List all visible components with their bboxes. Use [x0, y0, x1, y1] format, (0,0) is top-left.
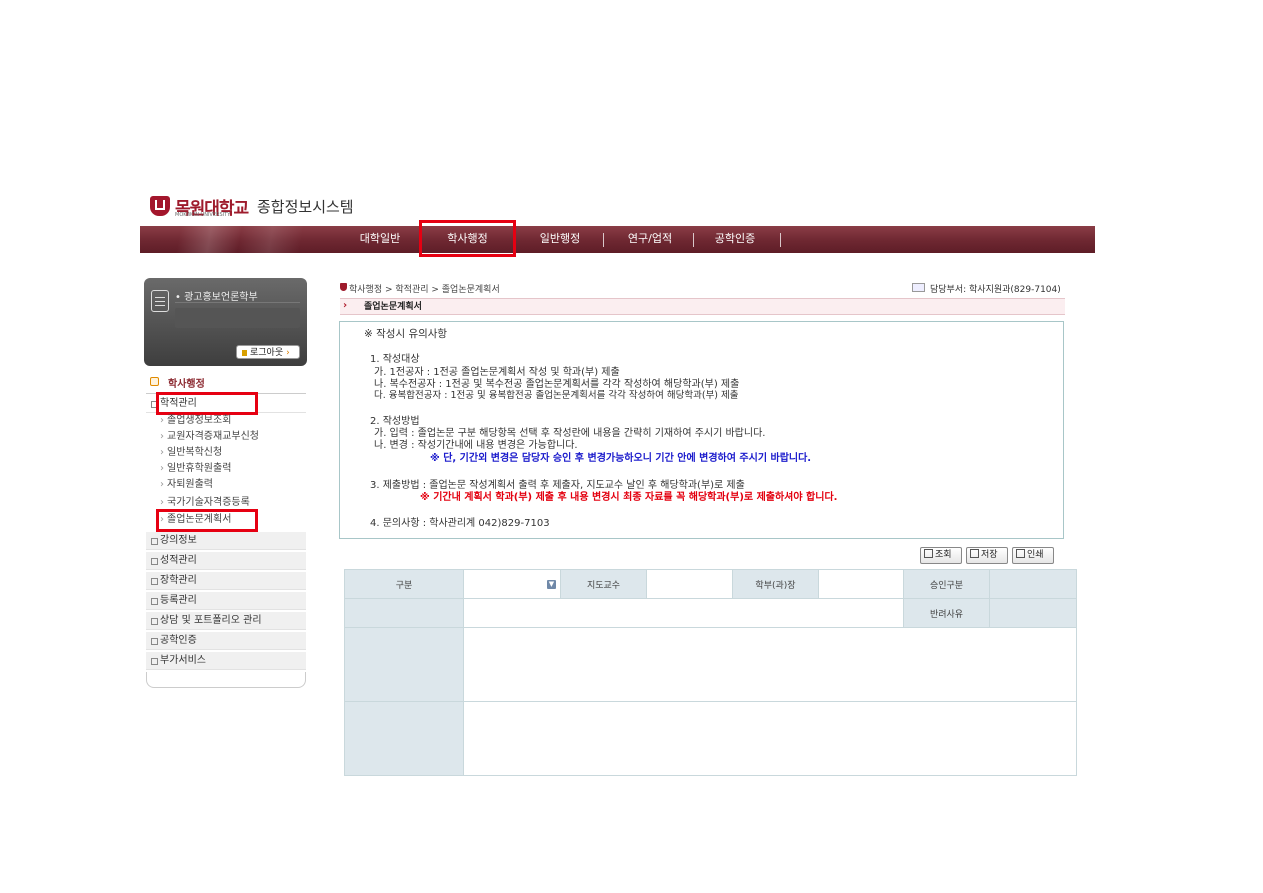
system-title: 종합정보시스템 — [257, 198, 354, 216]
notice-heading: ※ 작성시 유의사항 — [364, 328, 448, 340]
row3-header — [344, 627, 464, 702]
floppy-disk-icon — [970, 549, 979, 558]
page-title: 졸업논문계획서 — [364, 302, 422, 312]
approval-value — [989, 569, 1077, 599]
dept-head-field[interactable] — [818, 569, 904, 599]
chevron-right-icon: › — [286, 348, 290, 358]
approval-label: 승인구분 — [903, 569, 990, 599]
logout-button[interactable]: 로그아웃 › — [236, 345, 300, 359]
row2-header — [344, 598, 464, 628]
notice-section-3-warning: ※ 기간내 계획서 학과(부) 제출 후 내용 변경시 최종 자료를 꼭 해당학… — [420, 492, 838, 503]
nav-decoration — [140, 226, 340, 253]
category-select[interactable]: ▼ — [463, 569, 561, 599]
department-contact: 담당부서: 학사지원과(829-7104) — [930, 285, 1061, 295]
search-button[interactable]: 조회 — [920, 547, 962, 564]
nav-separator — [693, 233, 694, 247]
nav-item-general[interactable]: 대학일반 — [350, 226, 410, 253]
sidebar-subitem-withdrawal-print[interactable]: 자퇴원출력 — [160, 477, 213, 493]
university-logo-subtext: MOKWON UNIVERSITY — [175, 212, 231, 218]
nav-item-research[interactable]: 연구/업적 — [615, 226, 685, 253]
row4-header — [344, 701, 464, 776]
sidebar-subitem-graduate-info[interactable]: 졸업생정보조회 — [160, 413, 231, 429]
nav-item-engineering-cert[interactable]: 공학인증 — [705, 226, 765, 253]
reject-reason-value — [989, 598, 1077, 628]
sidebar-item-grades[interactable]: 성적관리 — [146, 552, 306, 570]
sidebar-section-title: 학사행정 — [168, 379, 205, 390]
lock-icon — [242, 349, 247, 356]
sidebar-bottom — [146, 672, 306, 688]
home-shield-icon — [340, 283, 347, 291]
sidebar-item-lecture-info[interactable]: 강의정보 — [146, 532, 306, 550]
university-logo-icon — [150, 196, 170, 216]
nav-separator — [780, 233, 781, 247]
department-card-icon — [912, 283, 925, 292]
notice-section-2-warning: ※ 단, 기간외 변경은 담당자 승인 후 변경가능하오니 기간 안에 변경하여… — [430, 453, 812, 464]
thesis-plan-form: 구분 ▼ 지도교수 학부(과)장 승인구분 반려사유 — [344, 569, 1077, 776]
highlight-nav-academic-admin — [419, 220, 516, 257]
sidebar-item-counseling-portfolio[interactable]: 상담 및 포트폴리오 관리 — [146, 612, 306, 630]
printer-icon — [1016, 549, 1025, 558]
nav-item-general-admin[interactable]: 일반행정 — [530, 226, 590, 253]
sidebar-subitem-return-request[interactable]: 일반복학신청 — [160, 445, 222, 461]
sidebar-subitem-leave-print[interactable]: 일반휴학원출력 — [160, 461, 231, 477]
title-input[interactable] — [463, 598, 904, 628]
chevron-down-icon: ▼ — [547, 580, 556, 589]
user-department: • 광고홍보언론학부 — [175, 292, 258, 303]
breadcrumb: 학사행정 > 학적관리 > 졸업논문계획서 — [349, 285, 500, 295]
page-title-bar — [340, 298, 1065, 315]
sidebar-item-registration[interactable]: 등록관리 — [146, 592, 306, 610]
chevron-right-icon: › — [343, 300, 348, 311]
sidebar-subitem-teacher-cert-reissue[interactable]: 교원자격증재교부신청 — [160, 429, 259, 445]
dept-head-label: 학부(과)장 — [732, 569, 819, 599]
highlight-thesis-plan — [156, 509, 258, 532]
menu-section-icon — [150, 377, 159, 386]
divider — [175, 302, 300, 303]
sidebar-item-engineering-cert[interactable]: 공학인증 — [146, 632, 306, 650]
sidebar-item-extra-services[interactable]: 부가서비스 — [146, 652, 306, 670]
highlight-student-records — [156, 392, 258, 415]
search-icon — [924, 549, 933, 558]
save-button[interactable]: 저장 — [966, 547, 1008, 564]
user-info-placeholder — [175, 308, 300, 328]
notice-box: ※ 작성시 유의사항 1. 작성대상 가. 1전공자 : 1전공 졸업논문계획서… — [339, 321, 1064, 539]
category-label: 구분 — [344, 569, 464, 599]
notice-section-1-c: 다. 융복합전공자 : 1전공 및 융복합전공 졸업논문계획서를 각각 작성하여… — [374, 390, 739, 401]
content-textarea-1[interactable] — [463, 627, 1077, 702]
print-button[interactable]: 인쇄 — [1012, 547, 1054, 564]
reject-reason-label: 반려사유 — [903, 598, 990, 628]
user-document-icon — [151, 290, 169, 312]
advisor-field[interactable] — [646, 569, 733, 599]
nav-separator — [603, 233, 604, 247]
notice-section-4: 4. 문의사항 : 학사관리계 042)829-7103 — [370, 518, 550, 529]
advisor-label: 지도교수 — [560, 569, 647, 599]
sidebar-item-scholarship[interactable]: 장학관리 — [146, 572, 306, 590]
content-textarea-2[interactable] — [463, 701, 1077, 776]
